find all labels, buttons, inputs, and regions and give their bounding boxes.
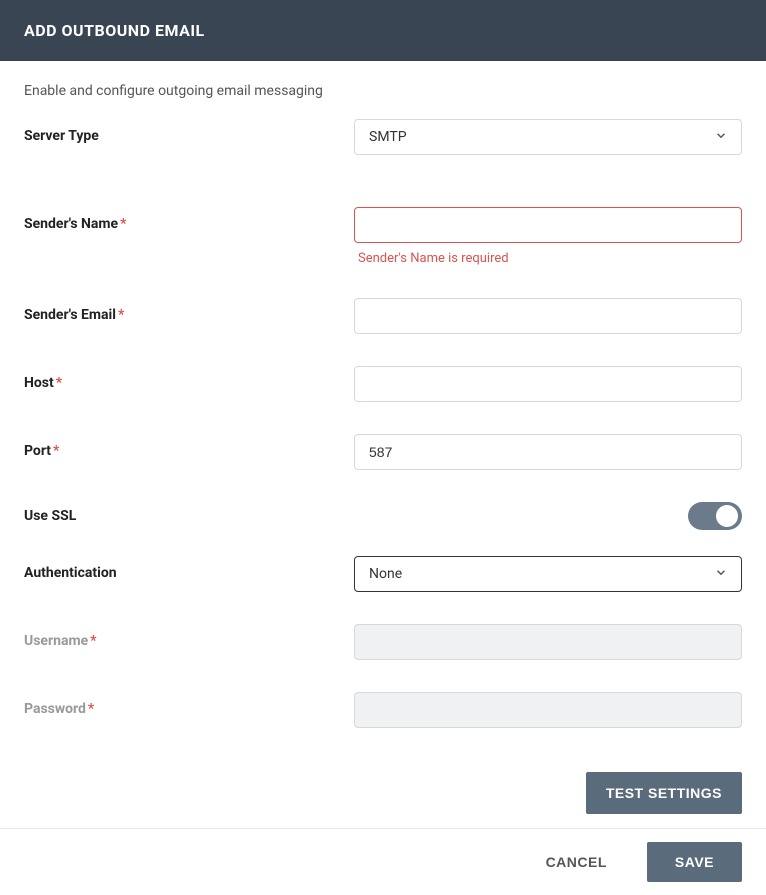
field-row-port: Port* — [24, 434, 742, 470]
password-input — [354, 692, 742, 728]
use-ssl-toggle[interactable] — [688, 502, 742, 530]
dialog-header: ADD OUTBOUND EMAIL — [0, 0, 766, 61]
field-row-username: Username* — [24, 624, 742, 660]
test-button-row: TEST SETTINGS — [24, 772, 742, 814]
sender-name-error: Sender's Name is required — [354, 251, 742, 266]
required-marker: * — [120, 216, 126, 232]
field-row-server-type: Server Type SMTP — [24, 119, 742, 155]
test-settings-button[interactable]: TEST SETTINGS — [586, 772, 742, 814]
label-server-type: Server Type — [24, 119, 354, 144]
description-text: Enable and configure outgoing email mess… — [24, 83, 742, 99]
label-port: Port* — [24, 434, 354, 459]
field-row-sender-email: Sender's Email* — [24, 298, 742, 334]
label-use-ssl: Use SSL — [24, 508, 76, 524]
server-type-select[interactable]: SMTP — [354, 119, 742, 155]
field-row-password: Password* — [24, 692, 742, 728]
field-row-sender-name: Sender's Name* Sender's Name is required — [24, 207, 742, 266]
field-row-use-ssl: Use SSL — [24, 502, 742, 530]
label-sender-email: Sender's Email* — [24, 298, 354, 323]
required-marker: * — [90, 633, 96, 649]
field-row-authentication: Authentication None — [24, 556, 742, 592]
field-port — [354, 434, 742, 470]
label-sender-name: Sender's Name* — [24, 207, 354, 232]
dialog-content: Enable and configure outgoing email mess… — [0, 61, 766, 836]
authentication-select[interactable]: None — [354, 556, 742, 592]
required-marker: * — [53, 443, 59, 459]
required-marker: * — [88, 701, 94, 717]
authentication-value: None — [369, 566, 402, 582]
field-sender-email — [354, 298, 742, 334]
sender-name-input[interactable] — [354, 207, 742, 243]
label-username: Username* — [24, 624, 354, 649]
sender-email-input[interactable] — [354, 298, 742, 334]
required-marker: * — [118, 307, 124, 323]
field-server-type: SMTP — [354, 119, 742, 155]
label-host: Host* — [24, 366, 354, 391]
toggle-knob — [716, 505, 738, 527]
field-row-host: Host* — [24, 366, 742, 402]
label-authentication: Authentication — [24, 556, 354, 581]
username-input — [354, 624, 742, 660]
cancel-button[interactable]: CANCEL — [526, 841, 627, 883]
save-button[interactable]: SAVE — [647, 842, 742, 882]
field-sender-name: Sender's Name is required — [354, 207, 742, 266]
field-authentication: None — [354, 556, 742, 592]
field-password — [354, 692, 742, 728]
port-input[interactable] — [354, 434, 742, 470]
host-input[interactable] — [354, 366, 742, 402]
dialog-title: ADD OUTBOUND EMAIL — [24, 21, 205, 40]
label-password: Password* — [24, 692, 354, 717]
field-username — [354, 624, 742, 660]
field-host — [354, 366, 742, 402]
server-type-value: SMTP — [369, 129, 407, 145]
required-marker: * — [56, 375, 62, 391]
dialog-footer: CANCEL SAVE — [0, 828, 766, 895]
